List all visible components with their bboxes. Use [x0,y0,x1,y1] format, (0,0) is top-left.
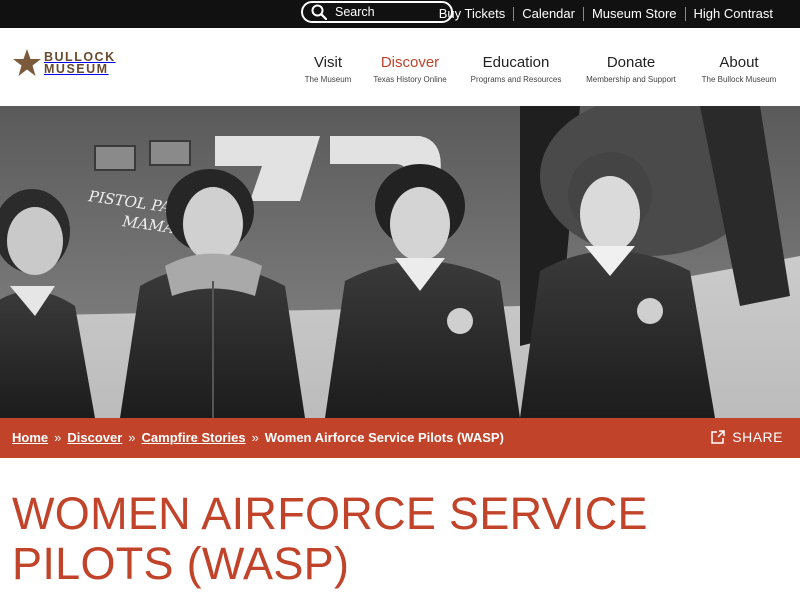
nav-item-donate[interactable]: Donate Membership and Support [581,54,681,84]
nav-sublabel: Membership and Support [586,75,676,84]
nav-item-discover[interactable]: Discover Texas History Online [367,54,453,84]
nav-label: About [719,54,759,71]
hero-image: PISTOL PACK MAMA [0,106,800,418]
nav-item-visit[interactable]: Visit The Museum [301,54,355,84]
breadcrumb-separator: » [128,430,136,445]
search-input[interactable] [335,5,445,19]
share-button[interactable]: SHARE [711,429,783,445]
hero-photo: PISTOL PACK MAMA [0,106,800,418]
breadcrumb-bar: Home » Discover » Campfire Stories » Women Air… [0,418,800,458]
museum-store-link[interactable]: Museum Store [582,7,685,21]
primary-nav: Visit The Museum Discover Texas History … [0,54,800,94]
main-header: BULLOCK MUSEUM Visit The Museum Discover… [0,28,800,106]
share-icon [711,430,726,444]
breadcrumb-discover[interactable]: Discover [67,430,122,445]
breadcrumb-separator: » [251,430,259,445]
utility-links: Buy Tickets Calendar Museum Store High C… [431,0,781,28]
nav-label: Donate [606,54,656,71]
buy-tickets-link[interactable]: Buy Tickets [431,7,513,21]
share-label: SHARE [732,429,783,445]
breadcrumb-campfire-stories[interactable]: Campfire Stories [142,430,246,445]
breadcrumb-home[interactable]: Home [12,430,48,445]
breadcrumb: Home » Discover » Campfire Stories » Women Air… [12,430,504,445]
nav-label: Visit [313,54,343,71]
calendar-link[interactable]: Calendar [513,7,583,21]
nav-sublabel: Texas History Online [373,75,447,84]
nav-sublabel: Programs and Resources [470,75,562,84]
nav-label: Discover [380,54,440,71]
nav-sublabel: The Bullock Museum [701,75,777,84]
nav-item-education[interactable]: Education Programs and Resources [467,54,565,84]
nav-sublabel: The Museum [304,75,352,84]
page-title: Women Airforce Service Pilots (WASP) [12,488,648,589]
search-icon [311,4,327,20]
utility-bar: Buy Tickets Calendar Museum Store High C… [0,0,800,28]
nav-label: Education [482,54,550,71]
high-contrast-link[interactable]: High Contrast [684,7,781,21]
nav-item-about[interactable]: About The Bullock Museum [697,54,781,84]
breadcrumb-separator: » [54,430,62,445]
breadcrumb-current: Women Airforce Service Pilots (WASP) [264,430,504,445]
